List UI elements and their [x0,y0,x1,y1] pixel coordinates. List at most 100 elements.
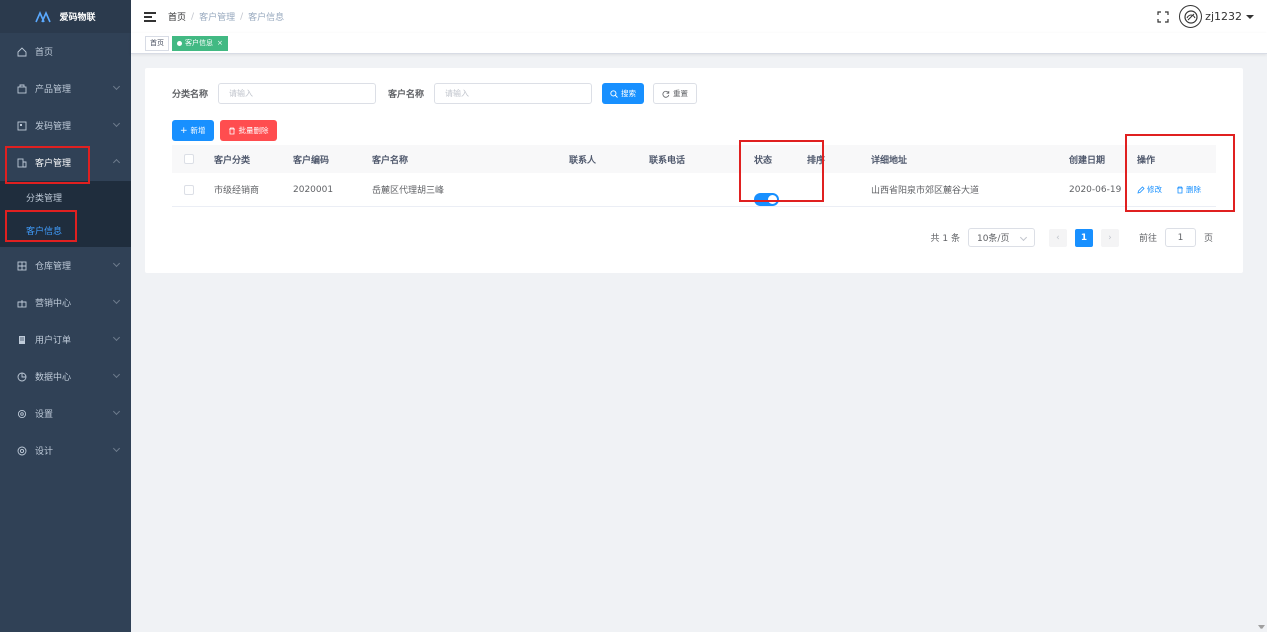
navbar: 首页 / 客户管理 / 客户信息 zj1232 [131,0,1267,33]
user-menu[interactable]: zj1232 [1179,5,1254,28]
sidebar-item-label: 设置 [35,410,54,420]
page-size-value: 10条/页 [976,234,1010,244]
warehouse-icon [16,260,27,271]
username[interactable]: zj1232 [1205,10,1242,23]
breadcrumb-item: 客户管理 [199,13,236,23]
annotation-box-customer-menu [5,146,90,184]
button-label: 新增 [190,126,206,135]
product-icon [16,83,27,94]
chevron-down-icon [112,259,121,268]
select-all-checkbox[interactable] [184,154,194,164]
column-header: 联系电话 [649,155,686,166]
navbar-right: zj1232 [1157,0,1254,33]
cell-name: 岳麓区代理胡三峰 [372,186,445,196]
sidebar-item-label: 数据中心 [35,373,72,383]
tag-home[interactable]: 首页 [145,35,169,51]
sidebar-item-marketing[interactable]: 营销中心 [0,284,131,321]
cell-created-date: 2020-06-19 [1069,184,1122,195]
action-bar: + 新增 批量删除 [172,120,277,141]
sidebar: 爱码物联 首页 产品管理 发码管理 客户管理 分类管理 客户信息 仓库管理 营销… [0,0,1265,632]
button-label: 批量删除 [238,126,269,135]
fullscreen-icon[interactable] [1157,10,1169,23]
row-checkbox[interactable] [184,185,194,195]
plus-icon: + [180,125,188,136]
next-page-button[interactable]: › [1100,228,1119,247]
main-card: 分类名称 请输入 客户名称 请输入 搜索 重置 + 新增 批量删除 客户分类 客… [145,68,1243,273]
tag-label: 客户信息 [185,39,213,47]
pagination-total: 共 1 条 [930,234,960,244]
tags-view: 首页 客户信息 × [131,33,1267,54]
design-icon [16,445,27,456]
scroll-down-icon [1258,625,1264,629]
marketing-icon [16,297,27,308]
prev-page-button[interactable]: ‹ [1048,228,1067,247]
annotation-box-customer-info [5,210,77,242]
sidebar-item-label: 发码管理 [35,122,72,132]
search-button[interactable]: 搜索 [602,83,645,104]
pagination: 共 1 条 10条/页 ‹ 1 › 前往 1 页 [931,228,1213,247]
table-row: 市级经销商 2020001 岳麓区代理胡三峰 山西省阳泉市郊区麓谷大道 2020… [172,173,1216,207]
sidebar-item-label: 营销中心 [35,299,72,309]
goto-value: 1 [1177,232,1184,243]
sidebar-item-code[interactable]: 发码管理 [0,107,131,144]
category-name-label: 分类名称 [172,90,209,100]
breadcrumb: 首页 / 客户管理 / 客户信息 [168,10,285,24]
goto-page-input[interactable]: 1 [1164,228,1196,247]
annotation-box-operations [1125,134,1235,212]
caret-down-icon[interactable] [1246,14,1254,19]
chevron-down-icon [112,119,121,128]
sidebar-item-label: 首页 [35,48,54,58]
breadcrumb-item[interactable]: 首页 [168,10,186,23]
avatar[interactable] [1179,5,1203,28]
page-size-select[interactable]: 10条/页 [967,228,1035,247]
refresh-icon [662,90,670,98]
logo[interactable]: 爱码物联 [0,0,131,33]
cell-address: 山西省阳泉市郊区麓谷大道 [871,186,980,196]
cell-code: 2020001 [293,184,334,195]
column-header: 客户编码 [293,155,330,166]
sidebar-item-warehouse[interactable]: 仓库管理 [0,247,131,284]
table-header: 客户分类 客户编码 客户名称 联系人 联系电话 状态 排序 详细地址 创建日期 … [172,145,1216,173]
input-placeholder: 请输入 [229,89,254,98]
home-icon [16,46,27,57]
reset-button[interactable]: 重置 [653,83,698,104]
close-icon[interactable]: × [217,39,223,47]
chevron-down-icon [112,407,121,416]
column-header: 详细地址 [871,155,908,166]
column-header: 创建日期 [1069,155,1106,166]
customer-name-label: 客户名称 [388,90,425,100]
sidebar-item-orders[interactable]: 用户订单 [0,321,131,358]
settings-icon [16,408,27,419]
tag-customer-info[interactable]: 客户信息 × [172,35,228,51]
breadcrumb-separator: / [240,11,244,22]
sidebar-item-label: 设计 [35,447,54,457]
chevron-up-icon [112,158,121,167]
search-icon [610,89,618,98]
sidebar-item-label: 产品管理 [35,85,72,95]
sidebar-item-product[interactable]: 产品管理 [0,70,131,107]
annotation-box-status [739,140,824,202]
sidebar-item-label: 仓库管理 [35,262,72,272]
hamburger-icon[interactable] [144,11,156,22]
sidebar-item-home[interactable]: 首页 [0,33,131,70]
category-name-input[interactable]: 请输入 [218,83,377,104]
page-suffix: 页 [1203,234,1213,244]
search-form: 分类名称 请输入 客户名称 请输入 搜索 重置 [172,83,698,104]
batch-delete-button[interactable]: 批量删除 [219,120,277,141]
active-dot-icon [177,40,182,46]
chevron-down-icon [112,296,121,305]
sidebar-item-settings[interactable]: 设置 [0,395,131,432]
tag-label: 首页 [150,39,164,47]
logo-icon [35,10,52,22]
chevron-down-icon [112,444,121,453]
input-placeholder: 请输入 [445,89,470,98]
page-number[interactable]: 1 [1074,228,1093,247]
cell-category: 市级经销商 [214,186,260,196]
avatar-icon [1184,9,1198,24]
data-icon [16,371,27,382]
add-button[interactable]: + 新增 [172,120,214,141]
customer-name-input[interactable]: 请输入 [434,83,593,104]
sidebar-item-data[interactable]: 数据中心 [0,358,131,395]
sidebar-item-design[interactable]: 设计 [0,432,131,469]
breadcrumb-item: 客户信息 [248,13,285,23]
